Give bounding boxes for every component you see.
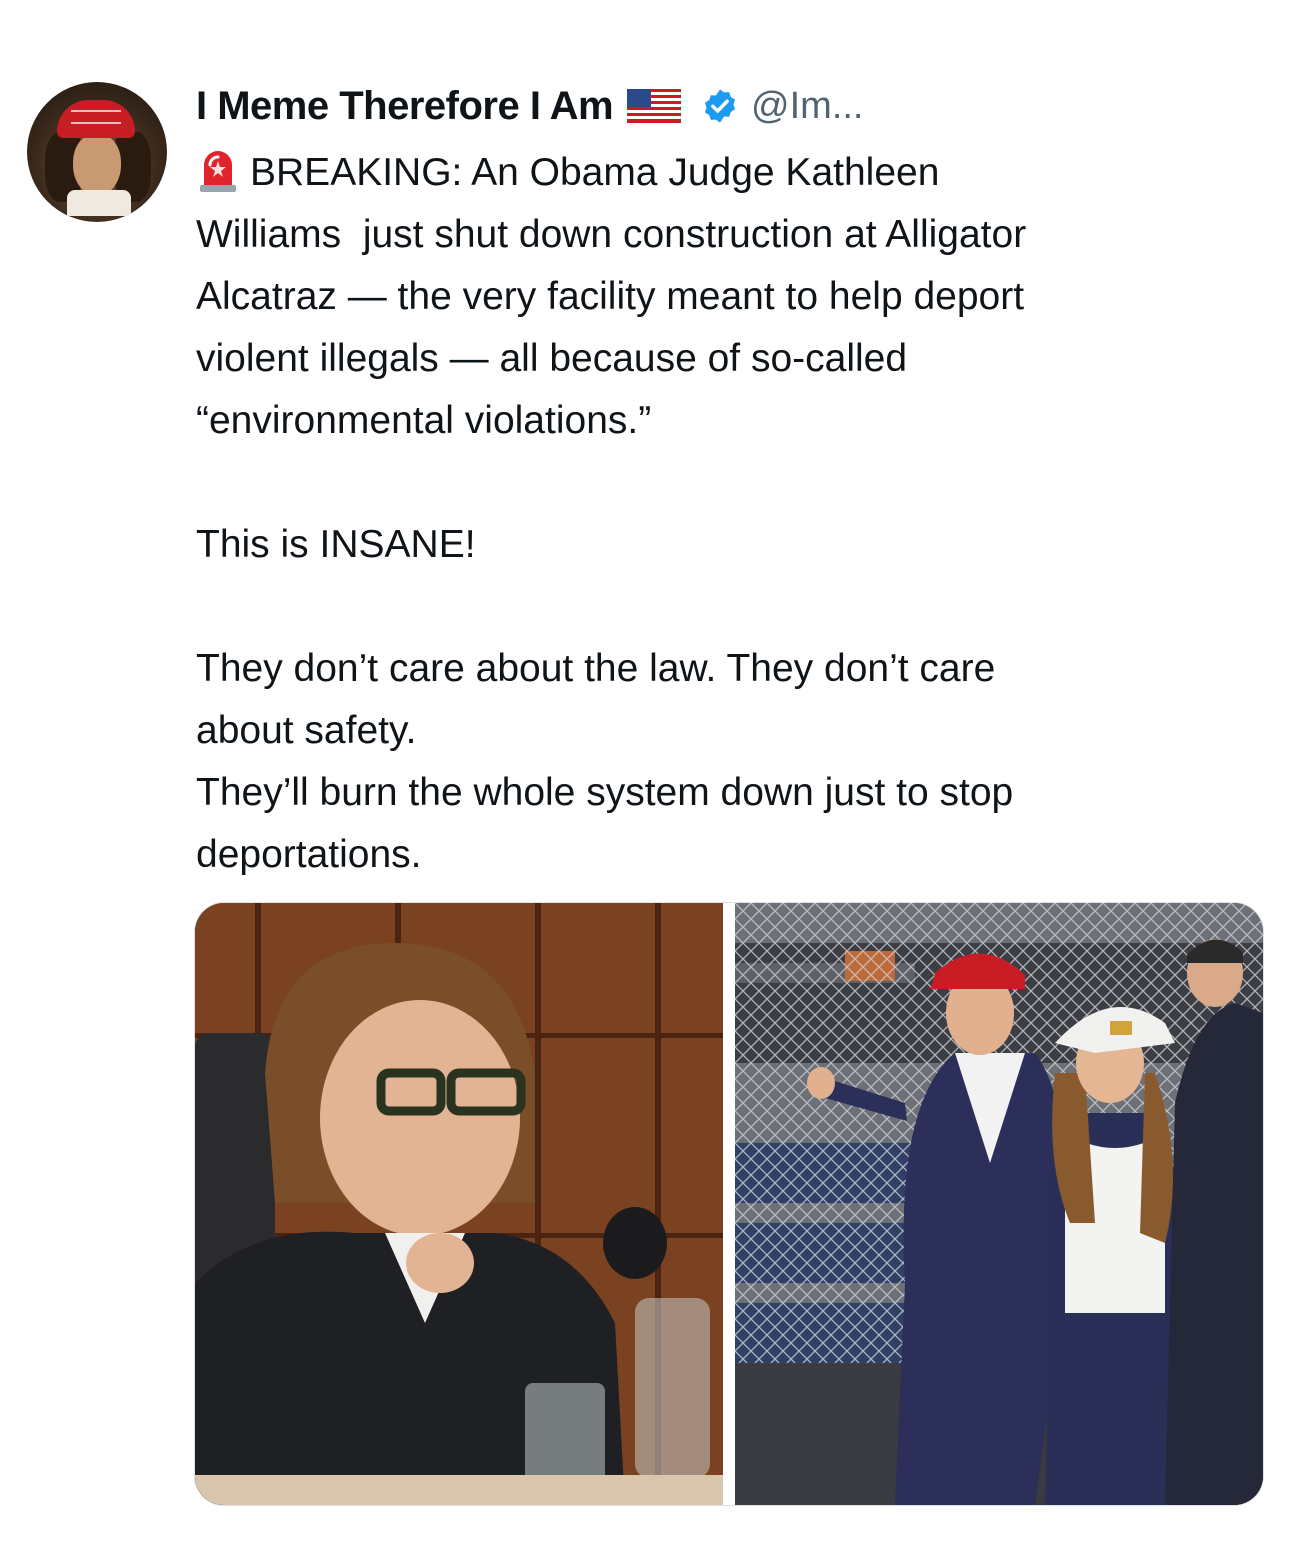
tweet-text: BREAKING: An Obama Judge Kathleen Willia… bbox=[196, 142, 1266, 886]
tweet-body: BREAKING: An Obama Judge Kathleen Willia… bbox=[196, 151, 1027, 876]
us-flag-icon bbox=[627, 89, 682, 123]
avatar-hat-lettering bbox=[71, 110, 121, 124]
siren-icon bbox=[200, 151, 236, 192]
tweet-header: I Meme Therefore I Am @Im... bbox=[196, 80, 864, 132]
judge-photo-illustration bbox=[195, 903, 723, 1505]
judge-photo[interactable] bbox=[195, 903, 723, 1505]
verified-icon[interactable] bbox=[701, 87, 739, 125]
facility-visit-photo[interactable] bbox=[735, 903, 1263, 1505]
avatar[interactable] bbox=[27, 82, 167, 222]
avatar-face bbox=[73, 134, 121, 196]
media-grid bbox=[194, 902, 1264, 1506]
avatar-collar bbox=[67, 190, 131, 216]
facility-visit-illustration bbox=[735, 903, 1263, 1505]
handle[interactable]: @Im... bbox=[751, 85, 863, 128]
display-name[interactable]: I Meme Therefore I Am bbox=[196, 84, 614, 129]
